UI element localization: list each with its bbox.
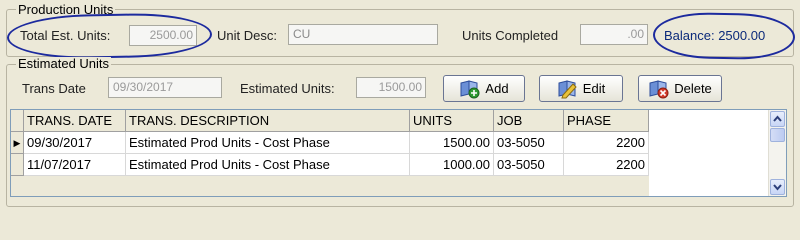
delete-button-label: Delete [674,81,712,96]
add-button-label: Add [485,81,509,96]
add-button[interactable]: Add [443,75,525,102]
grid-empty-area [11,176,649,196]
edit-button-label: Edit [582,81,606,96]
scroll-down-button[interactable] [770,179,785,195]
units-completed-field[interactable]: .00 [580,24,648,45]
col-header-trans-date[interactable]: TRANS. DATE [24,110,126,132]
col-header-units[interactable]: UNITS [410,110,494,132]
scroll-thumb[interactable] [770,128,785,142]
estimated-units-label: Estimated Units: [240,81,335,96]
col-header-phase[interactable]: PHASE [564,110,649,132]
delete-button[interactable]: Delete [638,75,722,102]
table-cell[interactable]: Estimated Prod Units - Cost Phase [126,154,410,176]
vertical-scrollbar[interactable] [768,110,786,196]
table-cell[interactable]: 2200 [564,132,649,154]
unit-desc-label: Unit Desc: [217,28,277,43]
scroll-up-button[interactable] [770,111,785,127]
unit-desc-field[interactable]: CU [288,24,438,45]
edit-button[interactable]: Edit [539,75,623,102]
annotation-circle-balance [652,11,796,61]
col-header-job[interactable]: JOB [494,110,564,132]
trans-date-label: Trans Date [22,81,86,96]
current-row-indicator-icon: ▶ [13,138,21,148]
estimated-units-field[interactable]: 1500.00 [356,77,426,98]
units-completed-label: Units Completed [462,28,559,43]
table-cell[interactable]: 2200 [564,154,649,176]
table-cell[interactable]: Estimated Prod Units - Cost Phase [126,132,410,154]
estimated-units-legend: Estimated Units [16,56,112,71]
edit-icon [557,79,579,99]
table-cell[interactable]: 1500.00 [410,132,494,154]
col-header-trans-description[interactable]: TRANS. DESCRIPTION [126,110,410,132]
table-cell[interactable]: 1000.00 [410,154,494,176]
row-selector[interactable]: ▶ [11,132,24,154]
table-cell[interactable]: 11/07/2017 [24,154,126,176]
table-cell[interactable]: 09/30/2017 [24,132,126,154]
delete-icon [648,79,670,99]
row-selector[interactable] [11,154,24,176]
chevron-up-icon [771,114,784,129]
grid-corner-header [11,110,24,132]
add-icon [459,79,481,99]
table-cell[interactable]: 03-5050 [494,154,564,176]
table-cell[interactable]: 03-5050 [494,132,564,154]
trans-date-field[interactable]: 09/30/2017 [108,77,222,98]
chevron-down-icon [771,182,784,196]
estimated-units-grid[interactable]: TRANS. DATE TRANS. DESCRIPTION UNITS JOB… [10,109,787,197]
